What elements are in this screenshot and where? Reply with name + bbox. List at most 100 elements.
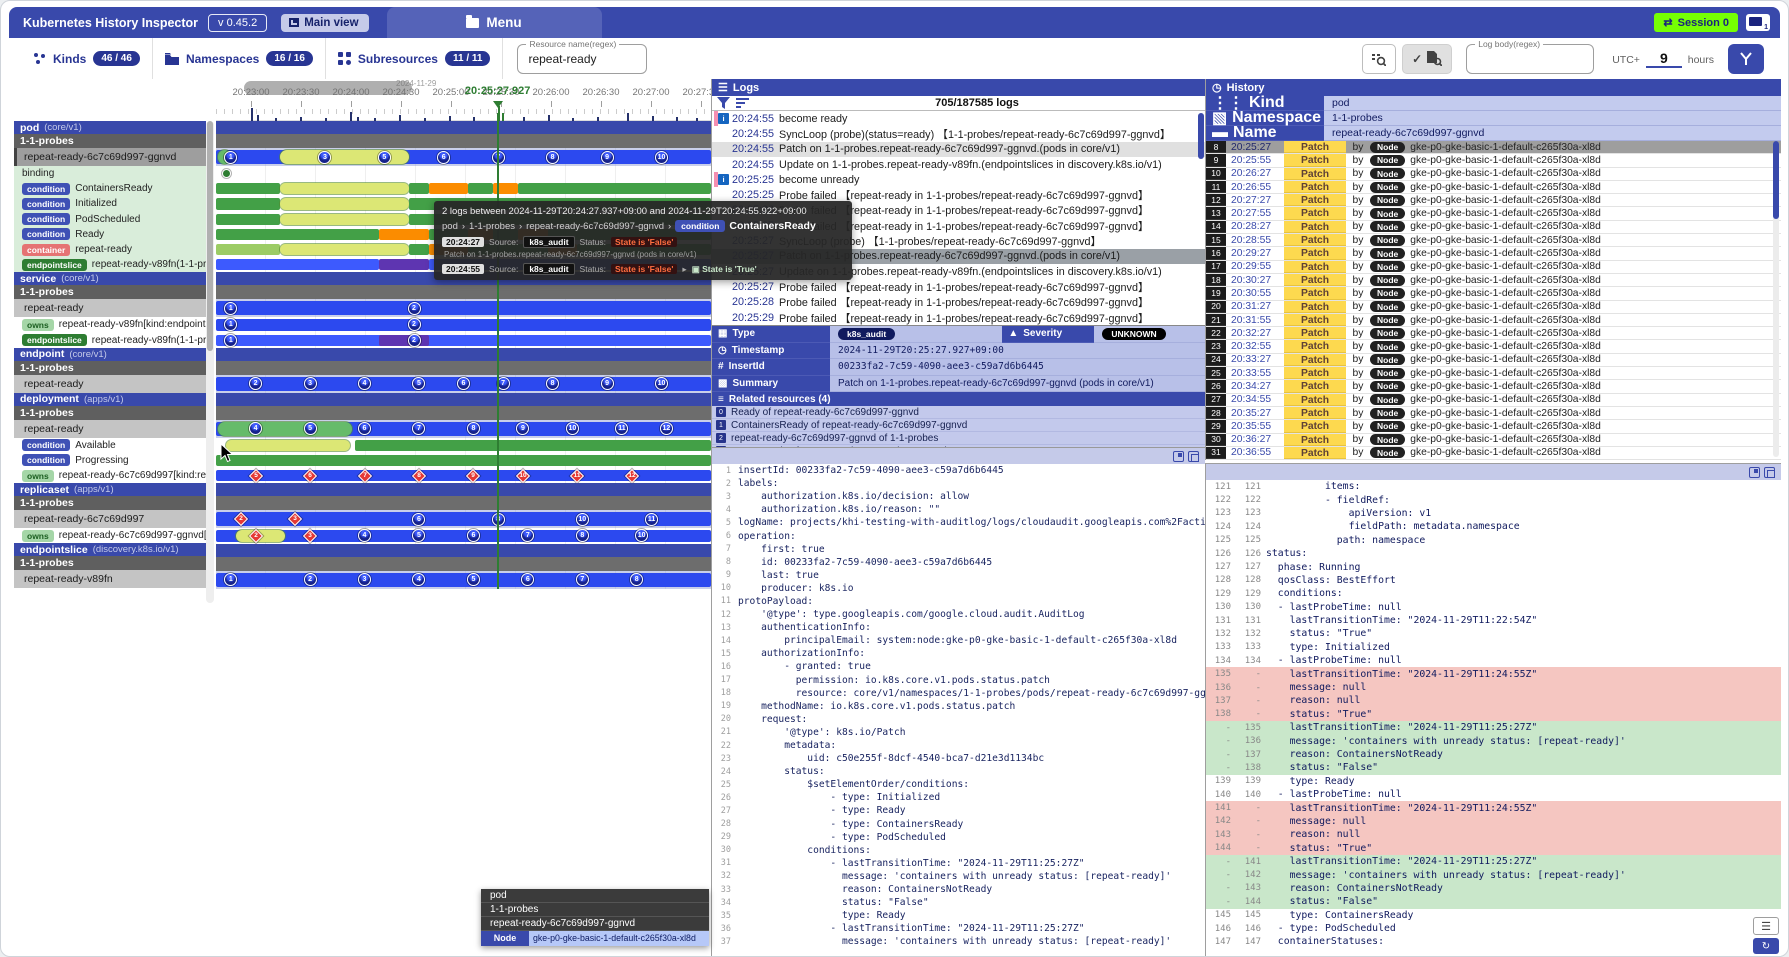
timeline-band[interactable]	[216, 483, 711, 496]
tree-resource-row[interactable]: repeat-ready-v89fn	[14, 570, 206, 588]
log-entry[interactable]: 20:24:55Update on 1-1-probes.repeat-read…	[712, 157, 1205, 172]
timeline-scrollbar-thumb[interactable]	[244, 81, 412, 95]
history-revision-row[interactable]: 1420:28:27PatchbyNodegke-p0-gke-basic-1-…	[1206, 221, 1781, 234]
funnel-icon[interactable]	[717, 97, 730, 109]
revision-marker[interactable]: 10	[576, 513, 589, 526]
timeline-band[interactable]	[216, 361, 711, 375]
timeline-row[interactable]: 2345678910	[216, 375, 711, 393]
copy-icon[interactable]	[1188, 451, 1199, 462]
monitor-icon[interactable]: 1	[1746, 14, 1770, 31]
log-entry[interactable]: 20:25:27Probe failed 【repeat-ready in 1-…	[712, 279, 1205, 294]
log-body-code[interactable]: 1insertId: 00233fa2-7c59-4090-aee3-c59a7…	[712, 464, 1205, 948]
revision-marker[interactable]: 11	[645, 513, 658, 526]
menu-button[interactable]: Menu	[387, 7, 602, 38]
history-revision-row[interactable]: 1120:26:55PatchbyNodegke-p0-gke-basic-1-…	[1206, 181, 1781, 194]
timeline-band[interactable]	[216, 393, 711, 406]
timeline-row[interactable]	[216, 453, 711, 468]
history-revision-row[interactable]: 3120:36:55PatchbyNodegke-p0-gke-basic-1-…	[1206, 447, 1781, 460]
diff-copy-icon[interactable]	[1764, 467, 1775, 478]
timeline-canvas[interactable]: 1356789101212122345678910456789101112567…	[216, 121, 711, 589]
tree-kind-header[interactable]: service(core/v1)	[14, 272, 206, 285]
tree-resource-row[interactable]: repeat-ready	[14, 420, 206, 438]
session-badge[interactable]: ⇄ Session 0	[1654, 13, 1738, 32]
revision-marker[interactable]: 3	[304, 377, 317, 390]
tree-subresource-row[interactable]: endpointslicerepeat-ready-v89fn(1-1-prob…	[14, 257, 206, 272]
tree-namespace-header[interactable]: 1-1-probes	[14, 556, 206, 570]
revision-marker[interactable]: 3	[318, 151, 331, 164]
timeline-band[interactable]	[216, 544, 711, 557]
tree-subresource-row[interactable]: conditionAvailable	[14, 438, 206, 453]
timeline-band[interactable]	[216, 406, 711, 420]
revision-marker[interactable]: 9	[601, 151, 614, 164]
log-entry[interactable]: i20:25:25become unready	[712, 172, 1205, 187]
tree-kind-header[interactable]: endpointslice(discovery.k8s.io/v1)	[14, 543, 206, 556]
related-resources-header[interactable]: ≡ Related resources (4)	[712, 392, 1205, 406]
timeline-row[interactable]	[216, 181, 711, 196]
history-revision-row[interactable]: 1820:30:27PatchbyNodegke-p0-gke-basic-1-…	[1206, 274, 1781, 287]
subresources-filter-button[interactable]: Subresources 11 / 11	[326, 38, 504, 79]
revision-marker[interactable]: 2	[304, 573, 317, 586]
apply-filter-button[interactable]	[1728, 44, 1764, 74]
history-revision-row[interactable]: 2920:35:55PatchbyNodegke-p0-gke-basic-1-…	[1206, 420, 1781, 433]
hamburger-icon[interactable]: ☰	[718, 81, 728, 94]
tree-subresource-row[interactable]: conditionReady	[14, 227, 206, 242]
popout-icon[interactable]	[1173, 451, 1184, 462]
timeline-row[interactable]: 12	[216, 333, 711, 348]
main-view-button[interactable]: Main view	[281, 14, 368, 32]
tree-subresource-row[interactable]: binding	[14, 166, 206, 181]
timeline-band[interactable]	[216, 496, 711, 510]
tree-namespace-header[interactable]: 1-1-probes	[14, 496, 206, 510]
history-revision-row[interactable]: 2620:34:27PatchbyNodegke-p0-gke-basic-1-…	[1206, 380, 1781, 393]
tree-subresource-row[interactable]: conditionContainersReady	[14, 181, 206, 196]
timeline-band[interactable]	[216, 134, 711, 148]
logs-scrollbar-thumb[interactable]	[1198, 113, 1204, 159]
tree-resource-row[interactable]: repeat-ready-6c7c69d997	[14, 510, 206, 528]
timeline-row[interactable]: 456789101112	[216, 420, 711, 438]
log-entry[interactable]: i20:24:55become ready	[712, 111, 1205, 126]
history-revision-row[interactable]: 2720:34:55PatchbyNodegke-p0-gke-basic-1-…	[1206, 394, 1781, 407]
history-revision-row[interactable]: 2120:31:55PatchbyNodegke-p0-gke-basic-1-…	[1206, 314, 1781, 327]
timeline-band[interactable]	[216, 348, 711, 361]
revision-marker[interactable]: 1	[224, 334, 237, 347]
tree-resource-row[interactable]: repeat-ready	[14, 299, 206, 317]
log-entry[interactable]: 20:24:55SyncLoop (probe)(status=ready) 【…	[712, 126, 1205, 141]
tree-subresource-row[interactable]: conditionInitialized	[14, 196, 206, 211]
revision-marker[interactable]: 8	[546, 151, 559, 164]
log-entry[interactable]: 20:25:29Probe failed 【repeat-ready in 1-…	[712, 310, 1205, 325]
revision-marker[interactable]: 1	[224, 151, 237, 164]
timeline-row[interactable]	[216, 166, 711, 181]
timeline-search-toggle[interactable]	[1362, 44, 1396, 74]
tree-kind-header[interactable]: endpoint(core/v1)	[14, 348, 206, 361]
history-revision-row[interactable]: 2220:32:27PatchbyNodegke-p0-gke-basic-1-…	[1206, 327, 1781, 340]
log-entry[interactable]: 20:24:55Patch on 1-1-probes.repeat-ready…	[712, 142, 1205, 157]
history-revision-row[interactable]: 1920:30:55PatchbyNodegke-p0-gke-basic-1-…	[1206, 287, 1781, 300]
revision-marker[interactable]: 6	[437, 151, 450, 164]
history-revision-row[interactable]: 820:25:27PatchbyNodegke-p0-gke-basic-1-d…	[1206, 141, 1781, 154]
revision-marker[interactable]: 5	[378, 151, 391, 164]
timeline-row[interactable]: 456781023	[216, 528, 711, 543]
sort-icon[interactable]	[736, 98, 749, 109]
manifest-diff-code[interactable]: 121121 items:122122 - fieldRef:123123 ap…	[1206, 480, 1781, 949]
tree-namespace-header[interactable]: 1-1-probes	[14, 134, 206, 148]
timeline-row[interactable]: 12345678	[216, 571, 711, 589]
tree-subresource-row[interactable]: conditionProgressing	[14, 453, 206, 468]
timeline-row[interactable]	[216, 438, 711, 453]
log-entry[interactable]: 20:25:28Probe failed 【repeat-ready in 1-…	[712, 295, 1205, 310]
kinds-filter-button[interactable]: Kinds 46 / 46	[21, 38, 153, 79]
revision-marker[interactable]: 5	[304, 422, 317, 435]
timeline-row[interactable]: 12	[216, 317, 711, 332]
revision-marker[interactable]: 10	[655, 151, 668, 164]
tree-namespace-header[interactable]: 1-1-probes	[14, 285, 206, 299]
timeline-band[interactable]	[216, 557, 711, 571]
namespaces-filter-button[interactable]: Namespaces 16 / 16	[153, 38, 326, 79]
tree-subresource-row[interactable]: ownsrepeat-ready-6c7c69d997-ggnvd[kin...	[14, 528, 206, 543]
tree-namespace-header[interactable]: 1-1-probes	[14, 361, 206, 375]
related-resource-item[interactable]: 0Ready of repeat-ready-6c7c69d997-ggnvd	[712, 406, 1205, 419]
revision-marker[interactable]: 7	[576, 573, 589, 586]
history-revision-row[interactable]: 1020:26:27PatchbyNodegke-p0-gke-basic-1-…	[1206, 168, 1781, 181]
revision-marker[interactable]: 2	[408, 318, 421, 331]
revision-marker[interactable]: 2	[408, 302, 421, 315]
resource-name-input[interactable]: Resource name(regex) repeat-ready	[517, 44, 647, 74]
history-revision-row[interactable]: 2020:31:27PatchbyNodegke-p0-gke-basic-1-…	[1206, 301, 1781, 314]
history-revision-row[interactable]: 1620:29:27PatchbyNodegke-p0-gke-basic-1-…	[1206, 247, 1781, 260]
